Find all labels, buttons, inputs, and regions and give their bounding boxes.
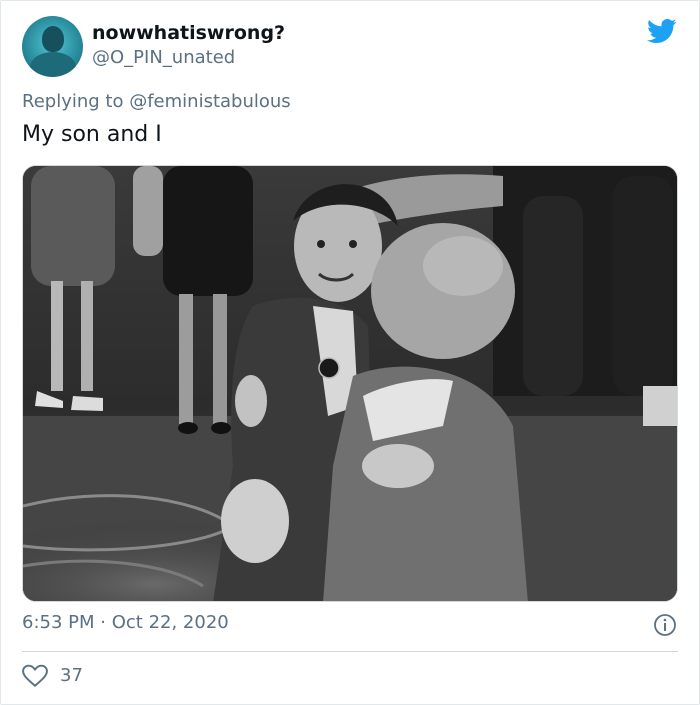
avatar-body [30,52,76,77]
avatar[interactable] [22,16,83,77]
tweet-photo[interactable] [22,165,678,602]
avatar-head [42,26,64,52]
photo-father-hugging-son-icon [23,166,677,601]
divider [22,651,678,652]
user-handle[interactable]: @O_PIN_unated [92,47,235,68]
like-count: 37 [60,665,83,686]
tweet-timestamp[interactable]: 6:53 PM · Oct 22, 2020 [22,612,229,633]
display-name[interactable]: nowwhatiswrong? [92,22,285,44]
heart-icon[interactable] [22,664,48,688]
info-icon[interactable] [653,613,677,637]
replying-to: Replying to @feministabulous [22,91,291,112]
twitter-bird-icon[interactable] [646,16,678,46]
tweet-time: 6:53 PM [22,612,95,633]
timestamp-separator: · [100,612,106,633]
tweet-text: My son and I [22,122,162,147]
tweet-date: Oct 22, 2020 [111,612,229,633]
reply-mention-link[interactable]: @feministabulous [129,91,290,112]
reply-prefix: Replying to [22,91,124,112]
